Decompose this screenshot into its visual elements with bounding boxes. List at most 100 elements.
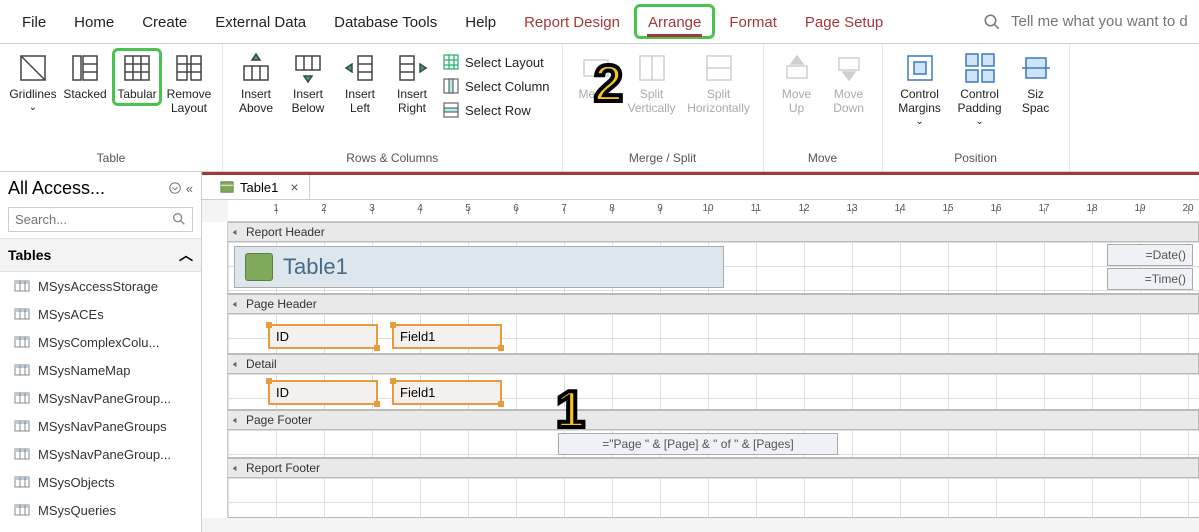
ribbon-group-merge-label: Merge / Split xyxy=(629,151,696,169)
insert-left-button[interactable]: Insert Left xyxy=(335,48,385,120)
nav-item-1[interactable]: MSysACEs xyxy=(0,300,201,328)
nav-item-8[interactable]: MSysQueries xyxy=(0,496,201,524)
table-icon xyxy=(14,474,30,490)
tab-home[interactable]: Home xyxy=(60,4,128,39)
insert-right-button[interactable]: Insert Right xyxy=(387,48,437,120)
document-tab[interactable]: Table1 × xyxy=(210,175,310,199)
table-icon xyxy=(14,502,30,518)
remove-layout-button[interactable]: Remove Layout xyxy=(164,48,214,120)
move-down-icon xyxy=(833,52,865,84)
report-footer-area[interactable] xyxy=(228,478,1199,518)
control-padding-button[interactable]: Control Padding⌄ xyxy=(951,48,1009,131)
search-icon xyxy=(983,13,1001,31)
tab-report-design[interactable]: Report Design xyxy=(510,4,634,39)
nav-item-0[interactable]: MSysAccessStorage xyxy=(0,272,201,300)
nav-items: MSysAccessStorageMSysACEsMSysComplexColu… xyxy=(0,272,201,524)
split-horizontally-button: Split Horizontally xyxy=(683,48,755,120)
select-column-button[interactable]: Select Column xyxy=(439,76,554,96)
ribbon-arrange: Gridlines⌄ Stacked Tabular Remove Layout… xyxy=(0,44,1199,172)
tell-me-input[interactable] xyxy=(1011,13,1191,30)
table-icon xyxy=(14,390,30,406)
nav-item-6[interactable]: MSysNavPaneGroup... xyxy=(0,440,201,468)
table-icon xyxy=(220,180,234,194)
select-row-icon xyxy=(443,102,459,118)
search-icon xyxy=(171,211,187,227)
ribbon-group-table: Gridlines⌄ Stacked Tabular Remove Layout… xyxy=(0,44,223,171)
tabular-button[interactable]: Tabular xyxy=(112,48,162,106)
tab-format[interactable]: Format xyxy=(715,4,791,39)
nav-item-2[interactable]: MSysComplexColu... xyxy=(0,328,201,356)
stacked-button[interactable]: Stacked xyxy=(60,48,110,106)
nav-title[interactable]: All Access... « xyxy=(0,172,201,205)
tab-external-data[interactable]: External Data xyxy=(201,4,320,39)
report-logo-icon xyxy=(245,253,273,281)
insert-below-icon xyxy=(292,52,324,84)
split-vert-icon xyxy=(636,52,668,84)
insert-below-button[interactable]: Insert Below xyxy=(283,48,333,120)
control-margins-button[interactable]: Control Margins⌄ xyxy=(891,48,949,131)
tab-arrange[interactable]: Arrange xyxy=(634,4,715,39)
tab-page-setup[interactable]: Page Setup xyxy=(791,4,897,39)
tab-file[interactable]: File xyxy=(8,4,60,39)
table-icon xyxy=(14,362,30,378)
section-report-footer[interactable]: Report Footer xyxy=(228,458,1199,478)
select-row-button[interactable]: Select Row xyxy=(439,100,554,120)
pagenum-control[interactable]: ="Page " & [Page] & " of " & [Pages] xyxy=(558,433,838,455)
page-footer-area[interactable]: ="Page " & [Page] & " of " & [Pages] xyxy=(228,430,1199,458)
size-space-button[interactable]: Siz Spac xyxy=(1011,48,1061,120)
chevron-down-icon xyxy=(168,181,182,195)
report-header-area[interactable]: Table1 =Date() =Time() xyxy=(228,242,1199,294)
ribbon-group-position-label: Position xyxy=(954,151,997,169)
content-area: All Access... « Tables ︿ MSysAccessStora… xyxy=(0,172,1199,532)
section-detail[interactable]: Detail xyxy=(228,354,1199,374)
table-icon xyxy=(14,306,30,322)
nav-item-3[interactable]: MSysNameMap xyxy=(0,356,201,384)
merge-button: Merge xyxy=(571,48,621,106)
insert-above-button[interactable]: Insert Above xyxy=(231,48,281,120)
select-layout-icon xyxy=(443,54,459,70)
section-page-header[interactable]: Page Header xyxy=(228,294,1199,314)
textbox-id[interactable]: ID xyxy=(268,380,378,405)
report-body[interactable]: Report Header Table1 =Date() =Time() Pag… xyxy=(228,222,1199,518)
control-margins-icon xyxy=(904,52,936,84)
ribbon-group-merge: Merge Split Vertically Split Horizontall… xyxy=(563,44,764,171)
detail-area[interactable]: ID Field1 xyxy=(228,374,1199,410)
tab-create[interactable]: Create xyxy=(128,4,201,39)
label-field1[interactable]: Field1 xyxy=(392,324,502,349)
tab-help[interactable]: Help xyxy=(451,4,510,39)
ribbon-group-position: Control Margins⌄ Control Padding⌄ Siz Sp… xyxy=(883,44,1070,171)
gridlines-icon xyxy=(17,52,49,84)
textbox-field1[interactable]: Field1 xyxy=(392,380,502,405)
page-header-area[interactable]: ID Field1 xyxy=(228,314,1199,354)
design-surface: Table1 × 1234567891011121314151617181920… xyxy=(202,172,1199,532)
search-input[interactable] xyxy=(8,207,193,232)
select-column-icon xyxy=(443,78,459,94)
nav-item-7[interactable]: MSysObjects xyxy=(0,468,201,496)
tab-database-tools[interactable]: Database Tools xyxy=(320,4,451,39)
table-icon xyxy=(14,278,30,294)
close-tab-icon[interactable]: × xyxy=(290,179,298,195)
nav-group-tables[interactable]: Tables ︿ xyxy=(0,238,201,272)
section-report-header[interactable]: Report Header xyxy=(228,222,1199,242)
ribbon-group-table-label: Table xyxy=(97,151,126,169)
stacked-icon xyxy=(69,52,101,84)
horizontal-ruler: 1234567891011121314151617181920 xyxy=(228,200,1199,222)
select-layout-button[interactable]: Select Layout xyxy=(439,52,554,72)
control-padding-icon xyxy=(964,52,996,84)
time-control[interactable]: =Time() xyxy=(1107,268,1193,290)
label-id[interactable]: ID xyxy=(268,324,378,349)
collapse-pane-icon[interactable]: « xyxy=(186,181,193,196)
tabular-icon xyxy=(121,52,153,84)
tell-me[interactable] xyxy=(983,13,1191,31)
ribbon-group-rows-cols: Insert Above Insert Below Insert Left In… xyxy=(223,44,563,171)
move-down-button: Move Down xyxy=(824,48,874,120)
nav-item-4[interactable]: MSysNavPaneGroup... xyxy=(0,384,201,412)
section-page-footer[interactable]: Page Footer xyxy=(228,410,1199,430)
date-control[interactable]: =Date() xyxy=(1107,244,1193,266)
insert-above-icon xyxy=(240,52,272,84)
insert-right-icon xyxy=(396,52,428,84)
gridlines-button[interactable]: Gridlines⌄ xyxy=(8,48,58,117)
nav-item-5[interactable]: MSysNavPaneGroups xyxy=(0,412,201,440)
report-title-control[interactable]: Table1 xyxy=(234,246,724,288)
ribbon-group-move: Move Up Move Down Move xyxy=(764,44,883,171)
